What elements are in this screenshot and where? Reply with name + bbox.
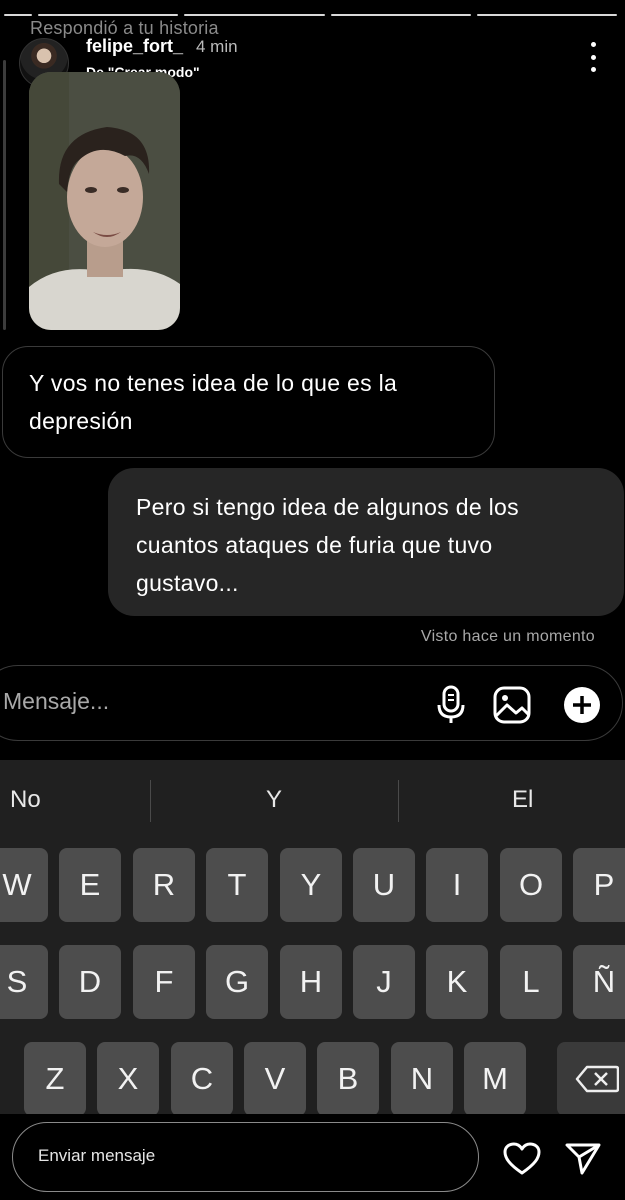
- suggestion-word[interactable]: Y: [266, 786, 282, 814]
- key[interactable]: X: [97, 1042, 159, 1116]
- suggestion-word[interactable]: No: [10, 786, 41, 814]
- story-reply-caption: Respondió a tu historia: [30, 18, 219, 38]
- key[interactable]: L: [500, 945, 562, 1019]
- more-vertical-icon[interactable]: [585, 42, 601, 72]
- key[interactable]: D: [59, 945, 121, 1019]
- username[interactable]: felipe_fort_: [86, 36, 183, 57]
- suggestion-divider: [150, 780, 151, 822]
- message-composer[interactable]: Mensaje...: [0, 665, 623, 741]
- send-message-input[interactable]: Enviar mensaje: [12, 1122, 479, 1192]
- suggestion-bar: No Y El: [0, 760, 625, 840]
- key[interactable]: G: [206, 945, 268, 1019]
- suggestion-divider: [398, 780, 399, 822]
- add-icon[interactable]: [561, 684, 603, 726]
- progress-segment: [4, 14, 33, 16]
- key[interactable]: O: [500, 848, 562, 922]
- key[interactable]: V: [244, 1042, 306, 1116]
- story-reply-bar: Enviar mensaje: [0, 1114, 625, 1200]
- seen-status: Visto hace un momento: [420, 628, 595, 645]
- key[interactable]: S: [0, 945, 48, 1019]
- story-progress-bars: [4, 14, 617, 16]
- key[interactable]: H: [280, 945, 342, 1019]
- key[interactable]: I: [426, 848, 488, 922]
- key[interactable]: B: [317, 1042, 379, 1116]
- suggestion-word[interactable]: El: [512, 786, 533, 814]
- send-icon[interactable]: [562, 1138, 604, 1180]
- key[interactable]: E: [59, 848, 121, 922]
- key[interactable]: J: [353, 945, 415, 1019]
- heart-icon[interactable]: [501, 1138, 543, 1180]
- key[interactable]: Y: [280, 848, 342, 922]
- reply-indicator-bar: [3, 60, 6, 330]
- key[interactable]: T: [206, 848, 268, 922]
- key[interactable]: P: [573, 848, 625, 922]
- timestamp: 4 min: [196, 37, 238, 56]
- key[interactable]: R: [133, 848, 195, 922]
- key[interactable]: M: [464, 1042, 526, 1116]
- microphone-icon[interactable]: [430, 684, 472, 726]
- key[interactable]: N: [391, 1042, 453, 1116]
- key[interactable]: Z: [24, 1042, 86, 1116]
- key[interactable]: W: [0, 848, 48, 922]
- progress-segment: [330, 14, 471, 16]
- image-icon[interactable]: [491, 684, 533, 726]
- backspace-icon[interactable]: [557, 1042, 625, 1116]
- message-bubble-sent[interactable]: Pero si tengo idea de algunos de los cua…: [108, 468, 624, 616]
- message-input[interactable]: Mensaje...: [3, 688, 109, 715]
- message-bubble-received[interactable]: Y vos no tenes idea de lo que es la depr…: [2, 346, 495, 458]
- key[interactable]: K: [426, 945, 488, 1019]
- progress-segment: [476, 14, 617, 16]
- progress-segment: [184, 14, 325, 16]
- key[interactable]: Ñ: [573, 945, 625, 1019]
- key[interactable]: U: [353, 848, 415, 922]
- send-message-placeholder: Enviar mensaje: [38, 1146, 156, 1165]
- key[interactable]: F: [133, 945, 195, 1019]
- progress-segment: [38, 14, 179, 16]
- story-thumbnail[interactable]: [29, 72, 180, 330]
- key[interactable]: C: [171, 1042, 233, 1116]
